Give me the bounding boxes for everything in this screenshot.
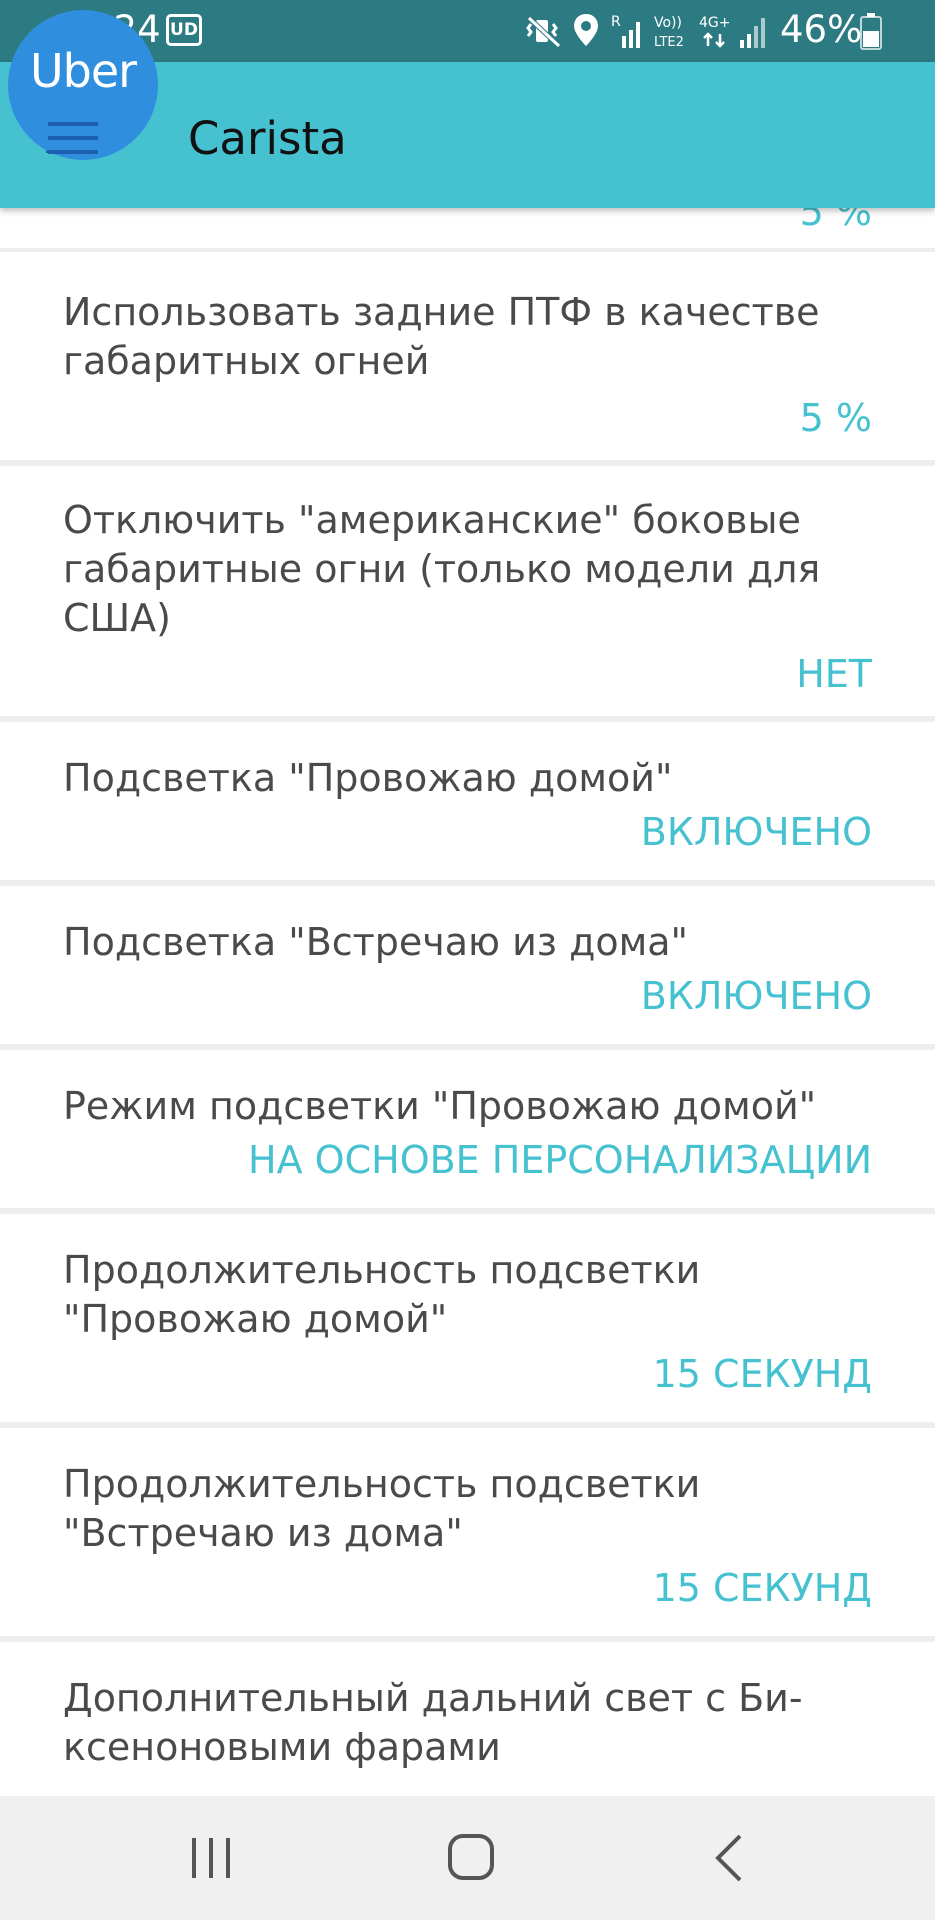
mute-vibrate-icon: [526, 16, 561, 48]
signal-roaming-icon: R: [611, 14, 640, 48]
menu-icon-overlay: [48, 122, 98, 154]
location-icon: [574, 14, 598, 46]
setting-value: 15 СЕКУНД: [652, 1352, 872, 1396]
settings-item[interactable]: Подсветка "Встречаю из дома" ВКЛЮЧЕНО: [0, 886, 935, 1044]
recent-apps-icon[interactable]: [176, 1826, 246, 1890]
settings-item[interactable]: Отключить "американские" боковые габарит…: [0, 466, 935, 716]
4g-data-icon: 4G+: [699, 15, 731, 48]
home-icon[interactable]: [436, 1826, 506, 1890]
setting-title: Продолжительность подсветки "Провожаю до…: [63, 1248, 701, 1341]
network-label: 4G+: [699, 15, 731, 31]
setting-title: Продолжительность подсветки "Встречаю из…: [63, 1462, 701, 1555]
uber-chat-head[interactable]: Uber: [8, 10, 158, 160]
setting-title: Режим подсветки "Провожаю домой": [63, 1084, 817, 1128]
setting-title: Дополнительный дальний свет с Би-ксеноно…: [63, 1676, 803, 1769]
setting-value: 15 СЕКУНД: [652, 1566, 872, 1610]
volte-label-top: Vo)): [654, 15, 682, 31]
setting-value: 5 %: [799, 396, 872, 440]
app-title: Carista: [188, 112, 347, 165]
setting-title: Отключить "американские" боковые габарит…: [63, 498, 821, 640]
setting-title: Подсветка "Встречаю из дома": [63, 920, 689, 964]
setting-value: ВКЛЮЧЕНО: [640, 974, 872, 1018]
volte-label-bottom: LTE2: [654, 35, 684, 50]
uber-logo-text: Uber: [29, 44, 137, 98]
setting-value: ВКЛЮЧЕНО: [640, 810, 872, 854]
setting-value: НЕТ: [796, 652, 872, 696]
settings-item[interactable]: Продолжительность подсветки "Встречаю из…: [0, 1428, 935, 1636]
battery-icon: [860, 13, 882, 50]
volte-icon: Vo)) LTE2: [654, 15, 684, 50]
settings-item[interactable]: Подсветка "Провожаю домой" ВКЛЮЧЕНО: [0, 722, 935, 880]
setting-title: Подсветка "Провожаю домой": [63, 756, 673, 800]
signal-icon: [740, 18, 765, 48]
screen: 02:24 UD R Vo)) LTE2 4G+: [0, 0, 935, 1920]
settings-item[interactable]: Режим подсветки "Провожаю домой" НА ОСНО…: [0, 1050, 935, 1208]
setting-title: Использовать задние ПТФ в качестве габар…: [63, 290, 820, 383]
setting-value: НА ОСНОВЕ ПЕРСОНАЛИЗАЦИИ: [248, 1138, 872, 1182]
ud-badge: UD: [166, 14, 202, 46]
settings-item[interactable]: Использовать задние ПТФ в качестве габар…: [0, 252, 935, 460]
battery-percent: 46%: [780, 8, 863, 51]
settings-item[interactable]: Продолжительность подсветки "Провожаю до…: [0, 1214, 935, 1422]
system-nav-bar: [0, 1796, 935, 1920]
roaming-label: R: [611, 14, 621, 30]
back-icon[interactable]: [696, 1826, 766, 1890]
